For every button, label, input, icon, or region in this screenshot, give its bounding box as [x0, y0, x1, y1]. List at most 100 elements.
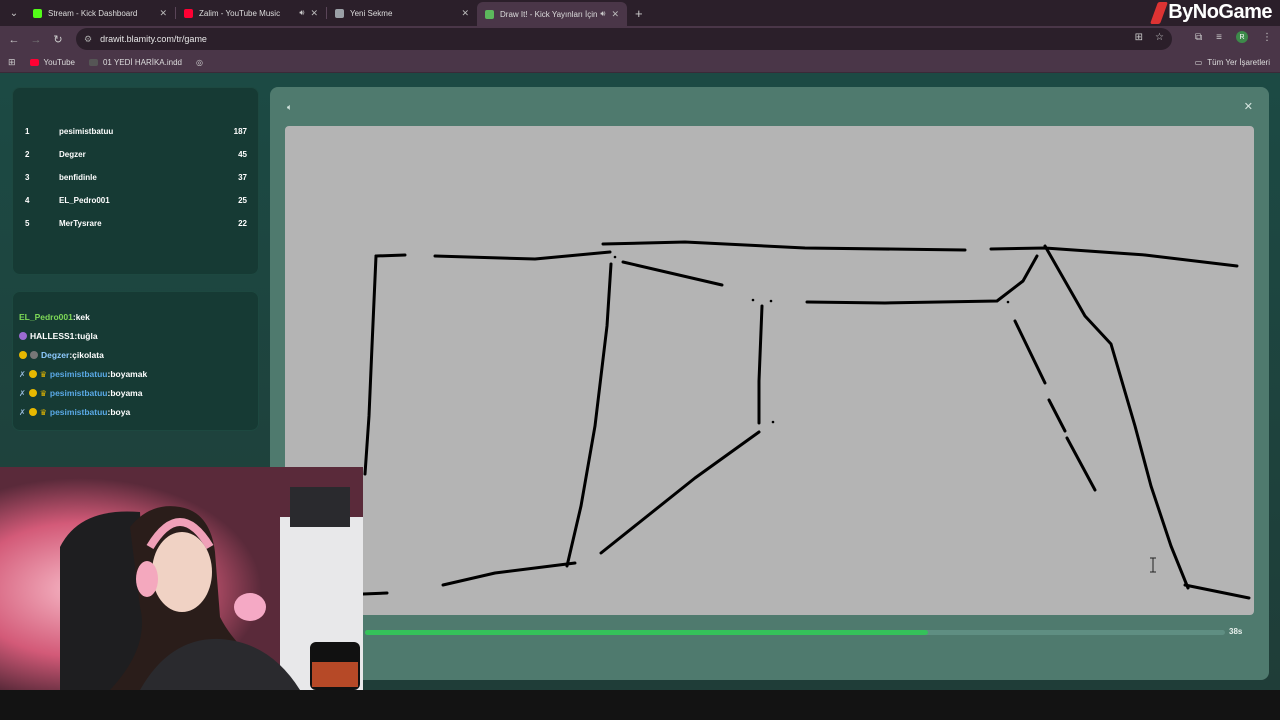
player-name: pesimistbatuu: [59, 126, 114, 136]
tab-bar: ⌄ Stream - Kick Dashboard ✕ Zalim - YouT…: [0, 0, 1280, 26]
translate-icon[interactable]: ⊞: [1135, 32, 1143, 43]
stroke-dot: [769, 299, 773, 303]
webcam-overlay: [0, 467, 363, 690]
chat-username: HALLESS1: [30, 331, 75, 341]
stroke: [1043, 244, 1190, 590]
volume-icon[interactable]: 🔈︎: [287, 102, 292, 113]
back-arrow-icon[interactable]: ←: [3, 34, 25, 46]
folder-icon: ▭: [1194, 58, 1203, 67]
speaker-icon[interactable]: 🔊︎: [600, 9, 605, 19]
stroke: [1183, 583, 1251, 600]
player-name: benfidinle: [59, 172, 97, 182]
leaderboard-row: 4 EL_Pedro001 25: [25, 193, 247, 207]
stroke: [757, 304, 764, 425]
rank: 2: [25, 149, 30, 159]
logo-text: ByNoGame: [1168, 1, 1272, 23]
sub-badge-icon: [19, 332, 27, 340]
stroke: [621, 260, 724, 287]
youtube-music-favicon-icon: [184, 8, 193, 18]
extensions-icon[interactable]: ⧉: [1195, 32, 1202, 43]
leaderboard-row: 1 pesimistbatuu 187: [25, 124, 247, 138]
site-info-icon[interactable]: ⚙: [84, 34, 92, 45]
leaderboard-row: 3 benfidinle 37: [25, 170, 247, 184]
one-badge-icon: [19, 351, 27, 359]
tab-2[interactable]: Yeni Sekme ✕: [327, 2, 477, 24]
drawing-modal: 🔈︎ ✕ 38s: [270, 87, 1269, 680]
chat-message: ✗ ♛ pesimistbatuu:boyamak: [19, 367, 147, 381]
bookmark-star-icon[interactable]: ☆: [1155, 32, 1164, 43]
stroke: [374, 253, 407, 258]
close-icon[interactable]: ✕: [1244, 100, 1253, 113]
stroke: [1047, 398, 1067, 433]
chat-username: pesimistbatuu: [49, 369, 108, 379]
chat-username: Degzer: [41, 350, 70, 360]
rank: 4: [25, 195, 30, 205]
timer-progress-bar: [365, 630, 1225, 635]
stroke-dot: [771, 420, 775, 424]
apps-grid-icon[interactable]: ⊞: [8, 57, 16, 68]
chat-username: EL_Pedro001: [19, 312, 73, 322]
rank: 1: [25, 126, 30, 136]
chat-text: :kek: [72, 312, 90, 322]
media-controls-icon[interactable]: ≡: [1216, 32, 1222, 43]
tab-title: Zalim - YouTube Music: [199, 8, 281, 18]
tab-title: Stream - Kick Dashboard: [48, 8, 138, 18]
tab-0[interactable]: Stream - Kick Dashboard ✕: [25, 2, 175, 24]
stroke: [565, 262, 613, 568]
file-icon: [88, 59, 98, 66]
tab-1[interactable]: Zalim - YouTube Music 🔊︎ ✕: [176, 2, 326, 24]
tab-3-active[interactable]: Draw It! - Kick Yayınları İçin 🔊︎ ✕: [477, 2, 627, 26]
rank: 5: [25, 218, 30, 228]
close-icon[interactable]: ✕: [461, 8, 469, 19]
drawing-strokes: [361, 240, 1251, 600]
close-icon[interactable]: ✕: [611, 9, 619, 20]
chat-message: Degzer:çikolata: [19, 348, 104, 362]
speaker-icon[interactable]: 🔊︎: [299, 8, 304, 18]
forward-arrow-icon[interactable]: →: [25, 34, 47, 46]
headphone-ear: [136, 561, 158, 597]
stroke: [599, 430, 761, 555]
stroke-dot: [1006, 300, 1010, 304]
bookmarks-bar: ⊞ YouTube 01 YEDİ HARİKA.indd ◎ ▭ Tüm Ye…: [0, 53, 1280, 73]
microphone-light: [312, 662, 358, 687]
sword-badge-icon: ✗: [19, 388, 26, 398]
crown-badge-icon: ♛: [39, 407, 47, 417]
sword-badge-icon: ✗: [19, 369, 26, 379]
bookmark-label: 01 YEDİ HARİKA.indd: [102, 58, 182, 67]
all-bookmarks[interactable]: ▭ Tüm Yer İşaretleri: [1195, 58, 1270, 67]
player-name: Degzer: [59, 149, 86, 159]
webcam-illustration: [0, 467, 363, 690]
stroke: [361, 591, 389, 596]
tab-search-icon[interactable]: ⌄: [3, 2, 25, 24]
chat-message: EL_Pedro001:kek: [19, 310, 90, 324]
timer-text: 38s: [1229, 627, 1243, 636]
drawing-canvas[interactable]: [285, 126, 1254, 615]
stroke: [433, 250, 612, 261]
close-icon[interactable]: ✕: [159, 8, 167, 19]
sub-badge-icon: [30, 351, 38, 359]
youtube-icon: [29, 59, 39, 66]
url-text: drawit.blamity.com/tr/game: [100, 34, 207, 44]
new-tab-button[interactable]: +: [635, 6, 643, 21]
chrome-favicon-icon: [335, 8, 344, 18]
bottom-strip: [0, 690, 1280, 720]
globe-icon[interactable]: ◎: [196, 58, 203, 67]
player-name: MerTysrare: [59, 218, 102, 228]
player-points: 45: [238, 149, 247, 159]
sword-badge-icon: ✗: [19, 407, 26, 417]
url-field[interactable]: ⚙ drawit.blamity.com/tr/game ⊞ ☆: [76, 28, 1172, 50]
screen: ⌄ Stream - Kick Dashboard ✕ Zalim - YouT…: [0, 0, 1280, 720]
person-face: [152, 532, 212, 612]
address-bar: ← → ↻ ⚙ drawit.blamity.com/tr/game ⊞ ☆ ⧉…: [0, 26, 1280, 53]
close-icon[interactable]: ✕: [310, 8, 318, 19]
profile-avatar[interactable]: R: [1236, 31, 1248, 43]
player-points: 37: [238, 172, 247, 182]
bookmark-indd[interactable]: 01 YEDİ HARİKA.indd: [88, 58, 182, 67]
bookmark-youtube[interactable]: YouTube: [29, 58, 75, 67]
reload-icon[interactable]: ↻: [47, 33, 69, 46]
chat-text: :boya: [107, 407, 131, 417]
shelf: [290, 487, 350, 527]
menu-kebab-icon[interactable]: ⋮: [1262, 32, 1272, 43]
plush-toy: [234, 593, 266, 621]
stroke: [1013, 319, 1047, 385]
